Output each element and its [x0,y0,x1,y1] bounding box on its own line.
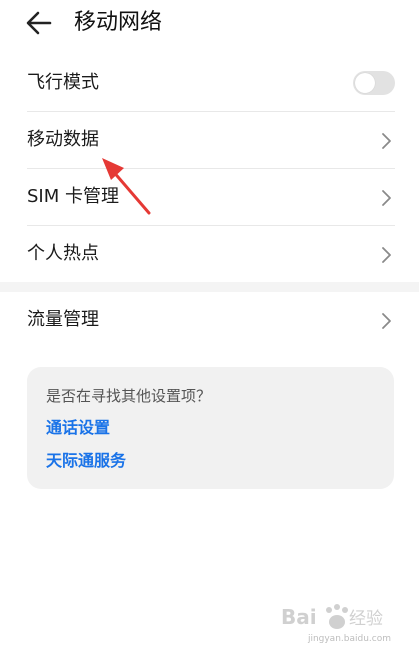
arrow-left-icon[interactable] [24,8,54,38]
mobile-data-label: 移动数据 [27,129,99,150]
airplane-mode-label: 飞行模式 [27,72,99,93]
sim-management-label: SIM 卡管理 [27,186,119,207]
svg-text:经验: 经验 [349,609,383,629]
call-settings-link[interactable]: 通话设置 [46,417,110,439]
personal-hotspot-label: 个人热点 [27,243,99,264]
data-usage-row[interactable]: 流量管理 [0,292,419,348]
watermark-url: jingyan.baidu.com [307,634,391,644]
airplane-mode-toggle[interactable] [353,71,395,95]
page-title: 移动网络 [74,10,163,35]
suggestion-card: 是否在寻找其他设置项？ 通话设置 天际通服务 [27,367,394,489]
chevron-right-icon [382,247,391,263]
airplane-mode-row[interactable]: 飞行模式 [0,58,419,110]
personal-hotspot-row[interactable]: 个人热点 [0,226,419,282]
settings-page: 移动网络 飞行模式 移动数据 SIM 卡管理 个人热点 流量管理 是否在寻找其他… [0,0,419,651]
data-usage-label: 流量管理 [27,309,99,330]
chevron-right-icon [382,313,391,329]
chevron-right-icon [382,133,391,149]
sim-management-row[interactable]: SIM 卡管理 [0,169,419,225]
mobile-data-row[interactable]: 移动数据 [0,112,419,168]
header: 移动网络 [0,0,419,48]
baidu-jingyan-watermark-logo: Bai 经验 [281,604,383,629]
suggestion-question: 是否在寻找其他设置项？ [46,387,212,405]
chevron-right-icon [382,190,391,206]
tianjitong-service-link[interactable]: 天际通服务 [46,450,126,472]
toggle-knob [355,73,375,93]
section-separator [0,282,419,292]
svg-text:Bai: Bai [281,605,317,629]
